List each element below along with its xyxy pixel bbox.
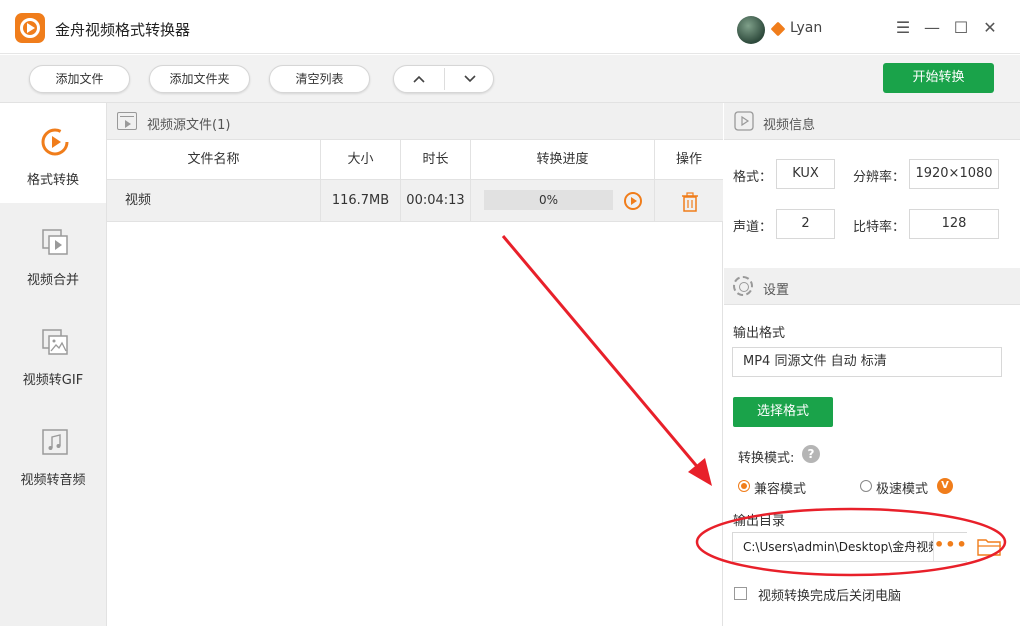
channel-label: 声道：	[733, 220, 773, 235]
move-down-button[interactable]	[445, 66, 495, 92]
clear-list-button[interactable]: 清空列表	[269, 65, 370, 93]
video-info-title: 视频信息	[763, 118, 816, 133]
column-header: 时长	[401, 140, 471, 180]
output-dir-field[interactable]: C:\Users\admin\Desktop\金舟视频格式转换器	[732, 532, 967, 562]
channel-value: 2	[776, 209, 835, 239]
compat-mode-label[interactable]: 兼容模式	[754, 478, 806, 497]
settings-title: 设置	[763, 283, 790, 298]
video-info-icon	[734, 111, 754, 131]
move-buttons	[393, 65, 494, 93]
gear-icon	[733, 276, 753, 296]
move-up-button[interactable]	[394, 66, 444, 92]
nav-item-video-to-audio[interactable]: 视频转音频	[0, 403, 106, 503]
add-folder-button[interactable]: 添加文件夹	[149, 65, 250, 93]
start-convert-button[interactable]: 开始转换	[883, 63, 994, 93]
folder-icon[interactable]	[977, 537, 1002, 557]
video-info-header: 视频信息	[724, 103, 1020, 140]
settings-header: 设置	[724, 268, 1020, 305]
choose-format-button[interactable]: 选择格式	[733, 397, 833, 427]
vip-badge-icon: V	[937, 478, 953, 494]
app-logo-icon	[15, 13, 45, 43]
fast-mode-label[interactable]: 极速模式	[876, 478, 928, 497]
progress-bar: 0%	[484, 190, 613, 210]
output-format-label: 输出格式	[733, 326, 786, 341]
resolution-label: 分辨率：	[853, 170, 906, 185]
username[interactable]: Lyan	[790, 20, 822, 36]
output-format-field[interactable]: MP4 同源文件 自动 标清	[732, 347, 1002, 377]
table-row[interactable]: 视频 116.7MB 00:04:13 0%	[107, 180, 723, 222]
play-icon[interactable]	[624, 192, 642, 210]
browse-dots-button[interactable]: •••	[933, 533, 967, 561]
column-header: 大小	[321, 140, 401, 180]
file-duration: 00:04:13	[401, 180, 471, 222]
close-icon[interactable]: ✕	[979, 17, 1001, 39]
title-bar: 金舟视频格式转换器 Lyan ☰ — ☐ ✕	[0, 0, 1020, 54]
nav-label: 视频转音频	[20, 473, 86, 488]
output-dir-label: 输出目录	[733, 514, 786, 529]
minimize-icon[interactable]: —	[921, 17, 943, 39]
column-header: 文件名称	[107, 140, 321, 180]
format-value: KUX	[776, 159, 835, 189]
column-header: 操作	[675, 152, 702, 167]
chevron-down-icon	[464, 75, 476, 83]
nav-label: 视频合并	[26, 273, 79, 288]
left-nav: 格式转换 视频合并 视频转GIF 视频转音频	[0, 103, 107, 626]
toolbar: 添加文件 添加文件夹 清空列表 开始转换	[0, 55, 1020, 103]
right-panel: 视频信息 格式： KUX 分辨率： 1920×1080 声道： 2 比特率： 1…	[724, 103, 1020, 626]
maximize-icon[interactable]: ☐	[950, 17, 972, 39]
nav-item-video-merge[interactable]: 视频合并	[0, 203, 106, 303]
nav-label: 视频转GIF	[22, 373, 84, 388]
resolution-value: 1920×1080	[909, 159, 999, 189]
radio-fast-mode[interactable]	[860, 480, 872, 492]
shutdown-checkbox[interactable]	[734, 587, 747, 600]
app-title: 金舟视频格式转换器	[55, 21, 191, 39]
avatar[interactable]	[737, 16, 765, 44]
source-title: 视频源文件(1)	[147, 118, 231, 133]
shutdown-label[interactable]: 视频转换完成后关闭电脑	[758, 585, 901, 604]
video-merge-icon	[42, 229, 68, 255]
source-header: 视频源文件(1)	[107, 103, 723, 140]
mode-label: 转换模式:	[738, 451, 795, 466]
video-to-gif-icon	[42, 329, 68, 355]
trash-icon[interactable]	[681, 192, 699, 212]
nav-label: 格式转换	[26, 173, 79, 188]
menu-icon[interactable]: ☰	[892, 17, 914, 39]
bitrate-value: 128	[909, 209, 999, 239]
column-header: 转换进度	[471, 140, 655, 180]
vip-diamond-icon	[770, 21, 786, 37]
nav-item-video-to-gif[interactable]: 视频转GIF	[0, 303, 106, 403]
file-size: 116.7MB	[321, 180, 401, 222]
bitrate-label: 比特率：	[853, 220, 906, 235]
format-convert-icon	[41, 128, 69, 156]
help-icon[interactable]: ?	[802, 445, 820, 463]
chevron-up-icon	[413, 75, 425, 83]
radio-compat-mode[interactable]	[738, 480, 750, 492]
video-file-icon	[117, 112, 137, 130]
file-name: 视频	[107, 180, 321, 222]
format-label: 格式：	[733, 170, 773, 185]
file-list-panel: 视频源文件(1) 文件名称 大小 时长 转换进度 操作 视频 116.7MB 0…	[107, 103, 723, 626]
add-file-button[interactable]: 添加文件	[29, 65, 130, 93]
video-to-audio-icon	[42, 429, 68, 455]
nav-item-format-convert[interactable]: 格式转换	[0, 103, 106, 203]
table-header: 文件名称 大小 时长 转换进度 操作	[107, 140, 723, 180]
